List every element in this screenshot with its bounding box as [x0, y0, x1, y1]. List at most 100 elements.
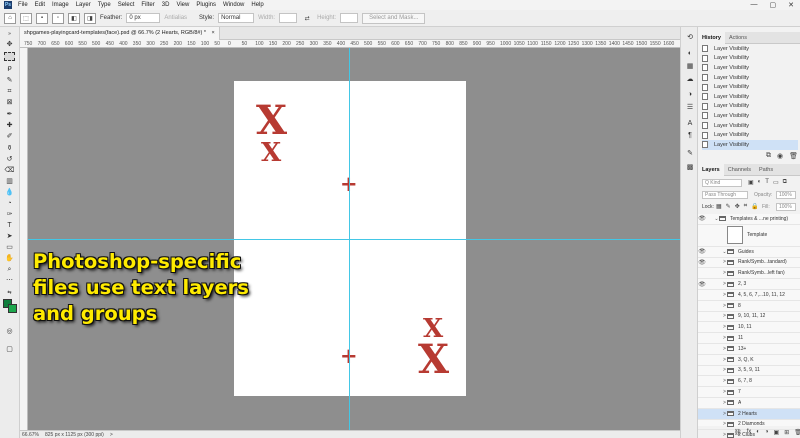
paragraph-panel-icon[interactable]: ¶	[685, 131, 695, 140]
status-menu-icon[interactable]: >	[110, 432, 113, 438]
lock-paint-icon[interactable]: ✎	[726, 203, 731, 210]
layer-row[interactable]: >9, 10, 11, 12	[698, 312, 800, 323]
history-item[interactable]: Layer Visibility	[702, 63, 798, 73]
history-item[interactable]: Layer Visibility	[702, 111, 798, 121]
lock-pixels-icon[interactable]: ▦	[716, 203, 722, 210]
swap-colors-icon[interactable]: ⇆	[4, 289, 15, 298]
zoom-tool-icon[interactable]: ⌕	[4, 265, 15, 274]
history-panel-icon[interactable]: ⟲	[685, 33, 695, 42]
quick-select-tool-icon[interactable]: ✎	[4, 76, 15, 85]
layer-row[interactable]: >3, 5, 9, 11	[698, 366, 800, 377]
path-select-tool-icon[interactable]: ➤	[4, 232, 15, 241]
move-tool-icon[interactable]: ✥	[4, 40, 15, 49]
more-tools-icon[interactable]: ⋯	[4, 276, 15, 285]
swatches-panel-icon[interactable]: ▦	[685, 62, 695, 71]
gradient-tool-icon[interactable]: ▥	[4, 177, 15, 186]
menu-plugins[interactable]: Plugins	[196, 2, 216, 8]
rectangular-marquee-tool-icon[interactable]	[4, 52, 15, 61]
menu-edit[interactable]: Edit	[35, 2, 45, 8]
visibility-eye-icon[interactable]: 👁	[698, 281, 706, 288]
blend-mode-select[interactable]: Pass Through	[702, 191, 748, 199]
history-item[interactable]: Layer Visibility	[702, 82, 798, 92]
lasso-tool-icon[interactable]: ᑭ	[4, 65, 15, 74]
height-input[interactable]	[340, 13, 359, 23]
delete-state-icon[interactable]: 🗑	[789, 152, 798, 160]
subtract-selection-icon[interactable]: ◧	[68, 12, 80, 24]
fill-input[interactable]: 100%	[776, 203, 796, 211]
menu-filter[interactable]: Filter	[141, 2, 154, 8]
style-select[interactable]: Normal	[218, 13, 255, 23]
color-panel-icon[interactable]: ◐	[685, 49, 695, 58]
marquee-preset-icon[interactable]: ⬚	[20, 12, 32, 24]
spot-healing-tool-icon[interactable]: ✚	[4, 121, 15, 130]
layer-row[interactable]: >13+	[698, 344, 800, 355]
patterns-panel-icon[interactable]: ▩	[685, 163, 695, 172]
history-item[interactable]: Layer Visibility	[702, 54, 798, 64]
link-layers-icon[interactable]: ⛓	[734, 429, 742, 436]
history-item[interactable]: Layer Visibility	[702, 121, 798, 131]
layer-filter-kind-select[interactable]: Q Kind	[702, 179, 742, 187]
filter-pixel-icon[interactable]: ▣	[748, 179, 754, 186]
tab-channels[interactable]: Channels	[724, 164, 755, 176]
lock-all-icon[interactable]: 🔒	[751, 203, 758, 210]
blur-tool-icon[interactable]: 💧	[4, 188, 15, 197]
swap-icon[interactable]: ⇄	[301, 13, 313, 24]
menu-select[interactable]: Select	[118, 2, 135, 8]
close-icon[interactable]: ✕	[788, 1, 794, 9]
layer-row[interactable]: 👁 ⌄ Templates & ...ne printing)	[698, 214, 800, 225]
filter-adjust-icon[interactable]: ◐	[758, 179, 762, 186]
layer-row[interactable]: >4, 5, 6, 7,...10, 11, 12	[698, 290, 800, 301]
tab-close-icon[interactable]: ×	[212, 30, 215, 36]
visibility-eye-icon[interactable]: 👁	[698, 215, 706, 222]
adjustments-panel-icon[interactable]: ◑	[685, 90, 695, 99]
menu-view[interactable]: View	[176, 2, 189, 8]
brush-tool-icon[interactable]: ✐	[4, 132, 15, 141]
eyedropper-tool-icon[interactable]: ✒	[4, 110, 15, 119]
width-input[interactable]	[279, 13, 298, 23]
history-item[interactable]: Layer Visibility	[702, 73, 798, 83]
feather-input[interactable]: 0 px	[126, 13, 161, 23]
layer-row[interactable]: > Rank/Symb...left fan)	[698, 268, 800, 280]
history-item[interactable]: Layer Visibility	[702, 140, 798, 150]
layer-style-icon[interactable]: fx	[747, 429, 752, 436]
layer-row[interactable]: 👁 > Rank/Symb...tandard)	[698, 258, 800, 269]
layer-row[interactable]: >6, 7, 8	[698, 376, 800, 388]
libraries-panel-icon[interactable]: ☁	[685, 75, 695, 84]
canvas-area[interactable]: X X + + X X	[28, 48, 680, 430]
eraser-tool-icon[interactable]: ⌫	[4, 166, 15, 175]
lock-position-icon[interactable]: ✥	[735, 203, 740, 210]
type-tool-icon[interactable]: T	[4, 221, 15, 230]
layer-row[interactable]: >7	[698, 387, 800, 398]
quick-mask-icon[interactable]: ◎	[4, 327, 15, 336]
menu-type[interactable]: Type	[98, 2, 111, 8]
layer-mask-icon[interactable]: ◐	[756, 429, 760, 436]
layer-row[interactable]: > A	[698, 398, 800, 409]
layer-row[interactable]: 👁 ⌄ Guides	[698, 247, 800, 258]
horizontal-guide[interactable]	[28, 239, 680, 240]
dodge-tool-icon[interactable]: ◔	[4, 199, 15, 208]
clone-stamp-tool-icon[interactable]: ⚱	[4, 144, 15, 153]
minimize-icon[interactable]: —	[751, 1, 758, 9]
filter-smart-icon[interactable]: ⧉	[783, 179, 787, 186]
antialias-checkbox[interactable]: Antialias	[164, 15, 187, 21]
add-selection-icon[interactable]: ▫	[52, 12, 64, 24]
maximize-icon[interactable]: ▢	[770, 1, 777, 9]
frame-tool-icon[interactable]: ⊠	[4, 98, 15, 107]
tab-actions[interactable]: Actions	[725, 32, 751, 44]
history-brush-tool-icon[interactable]: ↺	[4, 155, 15, 164]
layer-row[interactable]: >3, Q, K	[698, 355, 800, 366]
properties-panel-icon[interactable]: ☰	[685, 103, 695, 112]
delete-layer-icon[interactable]: 🗑	[794, 429, 800, 436]
history-item[interactable]: Layer Visibility	[702, 92, 798, 102]
hand-tool-icon[interactable]: ✋	[4, 254, 15, 263]
opacity-input[interactable]: 100%	[776, 191, 796, 199]
select-and-mask-button[interactable]: Select and Mask...	[362, 12, 426, 24]
background-color-swatch[interactable]	[8, 304, 17, 313]
document-tab[interactable]: shpgames-playingcard-templates(face).psd…	[20, 27, 220, 40]
history-item[interactable]: Layer Visibility	[702, 130, 798, 140]
layer-row[interactable]: 👁 >2, 3	[698, 279, 800, 290]
menu-layer[interactable]: Layer	[76, 2, 91, 8]
screen-mode-icon[interactable]: ▢	[4, 345, 15, 354]
visibility-eye-icon[interactable]: 👁	[698, 259, 706, 266]
rectangle-tool-icon[interactable]: ▭	[4, 243, 15, 252]
